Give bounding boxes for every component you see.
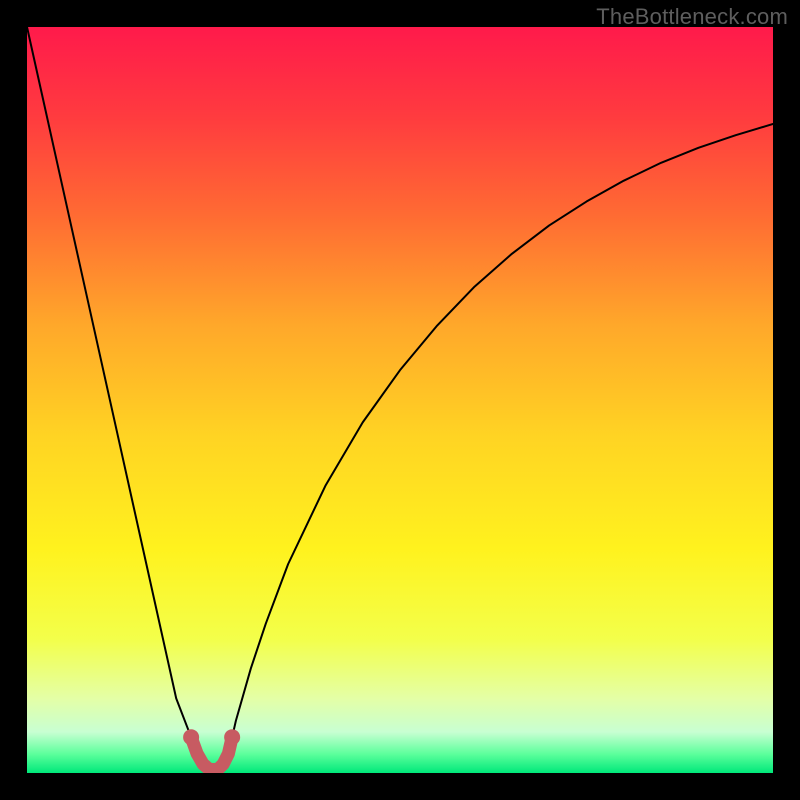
gradient-background xyxy=(27,27,773,773)
well-end-dot-1 xyxy=(224,729,240,745)
watermark-label: TheBottleneck.com xyxy=(596,4,788,30)
plot-area xyxy=(27,27,773,773)
chart-frame: TheBottleneck.com xyxy=(0,0,800,800)
chart-svg xyxy=(27,27,773,773)
well-end-dot-0 xyxy=(183,729,199,745)
